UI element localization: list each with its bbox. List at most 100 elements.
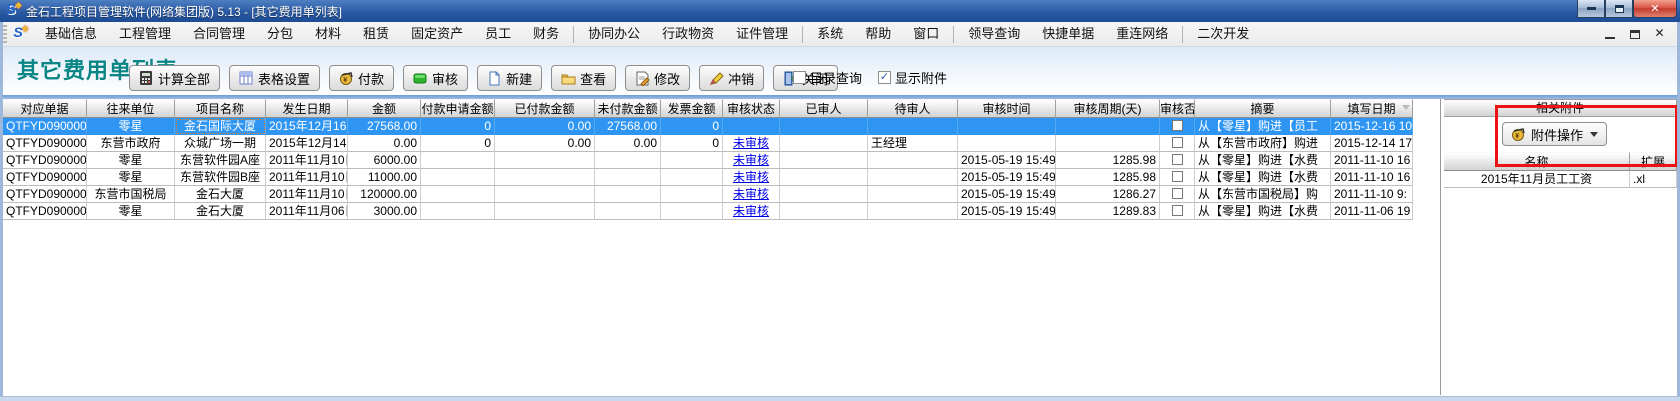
- minimize-button[interactable]: [1577, 0, 1605, 18]
- catalog-query-checkbox[interactable]: [793, 71, 806, 84]
- write-off-button[interactable]: 冲销: [699, 65, 764, 91]
- column-header-doc-no[interactable]: 对应单据: [3, 99, 87, 118]
- table-row[interactable]: QTFYD090000007零星金石大厦2011年11月06日3000.00未审…: [3, 203, 1413, 220]
- audit-status-link[interactable]: 未审核: [733, 187, 769, 201]
- window-controls: ✕: [1577, 0, 1677, 18]
- audit-status-link[interactable]: 未审核: [733, 204, 769, 218]
- cell-fill-date: 2011-11-06 19: [1331, 203, 1413, 220]
- menu-item-subcontract[interactable]: 分包: [256, 22, 304, 46]
- cell-audited-by: [780, 118, 868, 135]
- column-header-invoice-amount[interactable]: 发票金额: [661, 99, 723, 118]
- content-pane: 对应单据往来单位项目名称发生日期金额付款申请金额已付款金额未付款金额发票金额审核…: [0, 95, 1680, 401]
- calc-all-button[interactable]: 计算全部: [129, 65, 220, 91]
- menu-item-employee[interactable]: 员工: [474, 22, 522, 46]
- menu-item-system[interactable]: 系统: [806, 22, 854, 46]
- column-header-amount[interactable]: 金额: [348, 99, 421, 118]
- child-window-controls: ✕: [1603, 26, 1666, 39]
- svg-text:¥: ¥: [343, 77, 347, 84]
- cell-counterparty: 东营市政府: [87, 135, 175, 152]
- column-header-occur-date[interactable]: 发生日期: [266, 99, 348, 118]
- column-header-audit-flag[interactable]: 审核否: [1160, 99, 1195, 118]
- column-header-fill-date[interactable]: 填写日期: [1331, 99, 1413, 118]
- menu-item-project-mgmt[interactable]: 工程管理: [108, 22, 182, 46]
- column-header-summary[interactable]: 摘要: [1195, 99, 1331, 118]
- column-header-audited-by[interactable]: 已审人: [780, 99, 868, 118]
- table-settings-button[interactable]: 表格设置: [229, 65, 320, 91]
- cell-doc-no: QTFYD090000003: [3, 169, 87, 186]
- view-button[interactable]: 查看: [551, 65, 616, 91]
- cell-fill-date: 2011-11-10 16: [1331, 152, 1413, 169]
- cell-payment-request-amount: 0: [421, 135, 495, 152]
- audit-button[interactable]: 审核: [403, 65, 468, 91]
- audit-flag-checkbox[interactable]: [1172, 205, 1183, 216]
- table-row[interactable]: QTFYD090000004东营市政府众城广场一期2015年12月14日0.00…: [3, 135, 1413, 152]
- menu-item-material[interactable]: 材料: [304, 22, 352, 46]
- show-attachment-checkbox[interactable]: ✓: [878, 71, 891, 84]
- menu-item-leader-query[interactable]: 领导查询: [957, 22, 1031, 46]
- column-header-pending-auditor[interactable]: 待审人: [868, 99, 958, 118]
- edit-button[interactable]: 修改: [625, 65, 690, 91]
- audit-flag-checkbox[interactable]: [1172, 137, 1183, 148]
- cell-audited-by: [780, 135, 868, 152]
- cell-fill-date: 2011-11-10 9:: [1331, 186, 1413, 203]
- menu-item-window[interactable]: 窗口: [902, 22, 950, 46]
- menu-item-fixed-assets[interactable]: 固定资产: [400, 22, 474, 46]
- cell-doc-no: QTFYD090000005: [3, 118, 87, 135]
- cell-counterparty: 零星: [87, 203, 175, 220]
- table-row[interactable]: QTFYD090000001东营市国税局金石大厦2011年11月10日12000…: [3, 186, 1413, 203]
- menu-separator: [802, 26, 803, 43]
- menu-item-help[interactable]: 帮助: [854, 22, 902, 46]
- cell-occur-date: 2011年11月10日: [266, 169, 348, 186]
- table-settings-button-label: 表格设置: [258, 69, 310, 88]
- menu-item-certificate-mgmt[interactable]: 证件管理: [725, 22, 799, 46]
- cell-occur-date: 2011年11月06日: [266, 203, 348, 220]
- cell-pending-auditor: [868, 169, 958, 186]
- audit-status-link[interactable]: 未审核: [733, 170, 769, 184]
- child-restore-icon[interactable]: [1628, 26, 1641, 39]
- column-header-unpaid-amount[interactable]: 未付款金额: [595, 99, 661, 118]
- menu-item-contract-mgmt[interactable]: 合同管理: [182, 22, 256, 46]
- column-header-project-name[interactable]: 项目名称: [175, 99, 266, 118]
- menu-item-admin-supplies[interactable]: 行政物资: [651, 22, 725, 46]
- audit-status-link[interactable]: 未审核: [733, 136, 769, 150]
- new-button-label: 新建: [506, 69, 532, 88]
- cell-amount: 3000.00: [348, 203, 421, 220]
- menu-item-collab-office[interactable]: 协同办公: [577, 22, 651, 46]
- audit-status-link[interactable]: 未审核: [733, 153, 769, 167]
- child-close-icon[interactable]: ✕: [1653, 26, 1666, 39]
- payment-button[interactable]: ¥付款: [329, 65, 394, 91]
- cell-audit-status: 未审核: [723, 203, 780, 220]
- cell-audited-by: [780, 152, 868, 169]
- audit-flag-checkbox[interactable]: [1172, 171, 1183, 182]
- cell-payment-request-amount: [421, 152, 495, 169]
- menu-item-reconnect-network[interactable]: 重连网络: [1105, 22, 1179, 46]
- table-row[interactable]: QTFYD090000005零星金石国际大厦2015年12月16日27568.0…: [3, 118, 1413, 135]
- column-header-payment-request-amount[interactable]: 付款申请金额: [421, 99, 495, 118]
- table-row[interactable]: QTFYD090000002零星东营软件园A座2011年11月10日6000.0…: [3, 152, 1413, 169]
- table-row[interactable]: QTFYD090000003零星东营软件园B座2011年11月10日11000.…: [3, 169, 1413, 186]
- menu-item-secondary-dev[interactable]: 二次开发: [1186, 22, 1260, 46]
- cell-project-name: 金石大厦: [175, 186, 266, 203]
- cell-unpaid-amount: [595, 152, 661, 169]
- audit-flag-checkbox[interactable]: [1172, 154, 1183, 165]
- cell-audit-flag: [1160, 152, 1195, 169]
- attachment-row[interactable]: 2015年11月员工工资.xl: [1444, 171, 1677, 188]
- child-minimize-icon[interactable]: [1603, 26, 1616, 39]
- column-header-audit-time[interactable]: 审核时间: [958, 99, 1056, 118]
- menu-item-lease[interactable]: 租赁: [352, 22, 400, 46]
- column-header-paid-amount[interactable]: 已付款金额: [495, 99, 595, 118]
- restore-button[interactable]: [1605, 0, 1633, 18]
- cell-payment-request-amount: 0: [421, 118, 495, 135]
- menu-item-basic-info[interactable]: 基础信息: [34, 22, 108, 46]
- column-header-audit-status[interactable]: 审核状态: [723, 99, 780, 118]
- audit-flag-checkbox[interactable]: [1172, 120, 1183, 131]
- audit-flag-checkbox[interactable]: [1172, 188, 1183, 199]
- column-header-counterparty[interactable]: 往来单位: [87, 99, 175, 118]
- close-button[interactable]: ✕: [1633, 0, 1677, 18]
- attachment-cell-extension: .xl: [1630, 171, 1677, 188]
- new-button[interactable]: 新建: [477, 65, 542, 91]
- menu-item-quick-docs[interactable]: 快捷单据: [1031, 22, 1105, 46]
- menu-item-finance[interactable]: 财务: [522, 22, 570, 46]
- column-header-audit-cycle-days[interactable]: 审核周期(天): [1056, 99, 1160, 118]
- window-title: 金石工程项目管理软件(网络集团版) 5.13 - [其它费用单列表]: [26, 3, 342, 20]
